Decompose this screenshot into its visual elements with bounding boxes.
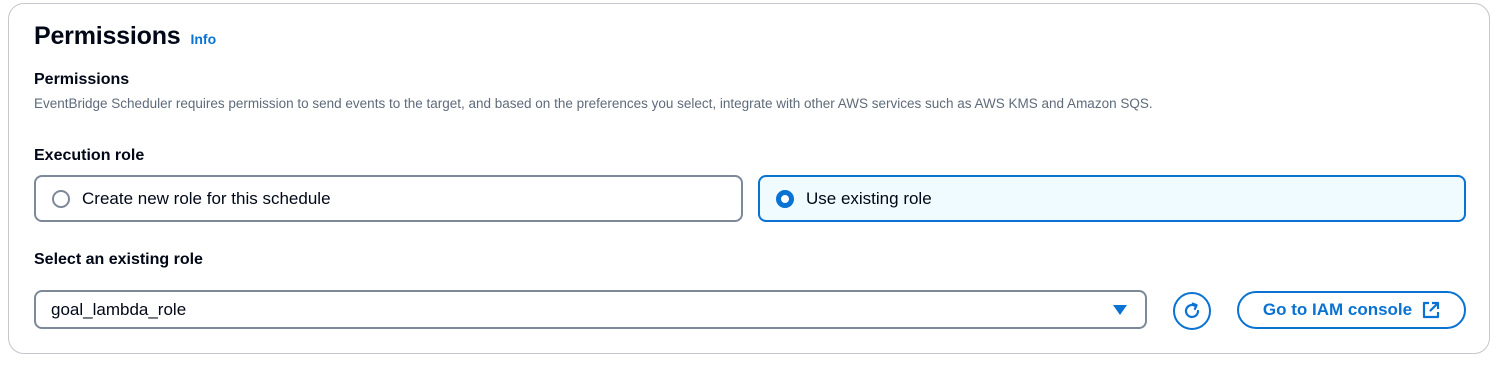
permissions-description: EventBridge Scheduler requires permissio… bbox=[34, 96, 1153, 111]
panel-header: Permissions Info bbox=[34, 22, 216, 51]
use-existing-role-label: Use existing role bbox=[806, 188, 932, 208]
create-new-role-option[interactable]: Create new role for this schedule bbox=[34, 175, 743, 222]
external-link-icon bbox=[1423, 301, 1440, 319]
use-existing-role-option[interactable]: Use existing role bbox=[758, 175, 1466, 222]
radio-unselected[interactable] bbox=[52, 189, 70, 208]
panel-title: Permissions bbox=[34, 22, 181, 50]
caret-down-icon bbox=[1113, 304, 1127, 315]
create-new-role-label: Create new role for this schedule bbox=[82, 188, 331, 208]
info-link[interactable]: Info bbox=[190, 31, 216, 47]
select-existing-role-label: Select an existing role bbox=[34, 251, 203, 268]
execution-role-label: Execution role bbox=[34, 147, 145, 164]
permissions-section-label: Permissions bbox=[34, 71, 130, 88]
existing-role-value: goal_lambda_role bbox=[51, 299, 187, 319]
radio-selected[interactable] bbox=[776, 189, 794, 208]
go-to-iam-console-button[interactable]: Go to IAM console bbox=[1237, 291, 1466, 329]
refresh-icon bbox=[1184, 302, 1200, 319]
existing-role-select[interactable]: goal_lambda_role bbox=[34, 290, 1147, 329]
refresh-button[interactable] bbox=[1173, 292, 1211, 330]
iam-button-label: Go to IAM console bbox=[1262, 300, 1413, 319]
